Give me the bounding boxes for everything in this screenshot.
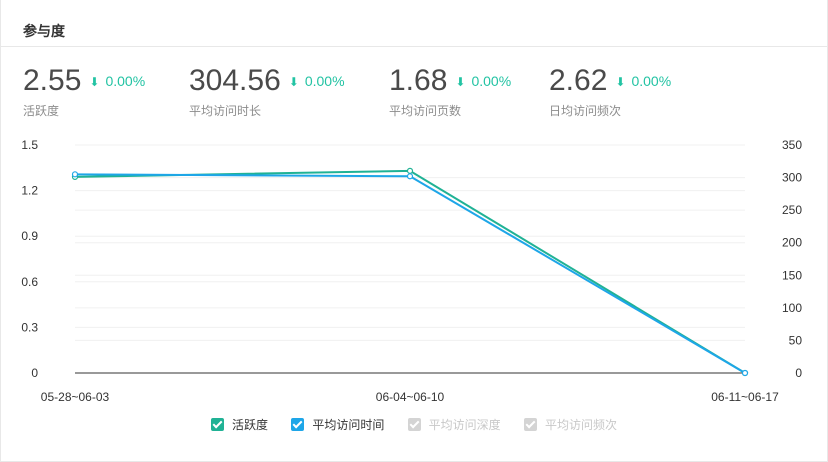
series-line-avg-time [74, 173, 746, 374]
data-point [406, 167, 414, 174]
kpi-trend: ⬇ 0.00% [615, 73, 672, 89]
data-point [741, 369, 749, 377]
kpi-value: 304.56 [189, 64, 281, 97]
kpi-activity: 2.55 ⬇ 0.00% 活跃度 [23, 64, 145, 119]
kpi-value: 2.55 [23, 64, 82, 97]
kpi-daily-frequency: 2.62 ⬇ 0.00% 日均访问频次 [549, 64, 671, 119]
y-right-tick-label: 50 [789, 333, 803, 347]
arrow-down-icon: ⬇ [615, 75, 626, 89]
data-point [71, 171, 79, 178]
x-tick-label: 05-28~06-03 [41, 390, 110, 404]
kpi-avg-pages: 1.68 ⬇ 0.00% 平均访问页数 [389, 64, 511, 119]
y-left-tick-label: 1.5 [21, 138, 38, 152]
x-tick-label: 06-11~06-17 [711, 390, 779, 404]
y-right-tick-label: 350 [782, 138, 802, 152]
y-left-tick-label: 0.9 [21, 229, 38, 243]
chart-legend: 活跃度 平均访问时间 平均访问深度 平均访问频次 [0, 416, 828, 433]
legend-label: 平均访问时间 [312, 418, 385, 432]
data-point [406, 173, 414, 180]
legend-item-avg-frequency[interactable]: 平均访问频次 [524, 416, 617, 433]
checkbox-checked-icon [407, 418, 421, 431]
kpi-trend: ⬇ 0.00% [89, 73, 146, 89]
kpi-label: 平均访问时长 [189, 104, 262, 118]
checkbox-checked-icon [291, 418, 305, 431]
y-right-tick-label: 300 [782, 171, 802, 185]
kpi-label: 日均访问频次 [549, 104, 622, 118]
engagement-line-chart: 0 0.3 0.6 0.9 1.2 1.5 0 50 100 150 200 250 300 350 05-… [21, 138, 803, 404]
legend-item-avg-time[interactable]: 平均访问时间 [291, 416, 384, 433]
legend-label: 平均访问频次 [545, 418, 618, 432]
y-right-tick-label: 150 [782, 268, 802, 282]
kpi-value: 2.62 [549, 64, 608, 97]
legend-item-avg-depth[interactable]: 平均访问深度 [407, 416, 501, 433]
arrow-down-icon: ⬇ [455, 75, 466, 89]
y-left-tick-label: 0.3 [21, 320, 38, 334]
checkbox-checked-icon [210, 418, 224, 431]
kpi-trend: ⬇ 0.00% [455, 73, 512, 89]
y-left-tick-label: 0 [31, 366, 38, 380]
arrow-down-icon: ⬇ [89, 75, 100, 89]
x-tick-label: 06-04~06-10 [376, 390, 445, 404]
series-line-activity [74, 169, 746, 374]
y-left-tick-label: 1.2 [21, 184, 38, 198]
legend-label: 活跃度 [231, 418, 268, 432]
arrow-down-icon: ⬇ [288, 75, 299, 89]
kpi-trend: ⬇ 0.00% [288, 73, 345, 89]
legend-label: 平均访问深度 [428, 418, 501, 432]
legend-item-activity[interactable]: 活跃度 [210, 416, 268, 433]
card-header: 参与度 [1, 0, 827, 47]
kpi-value: 1.68 [389, 64, 448, 97]
kpi-avg-duration: 304.56 ⬇ 0.00% 平均访问时长 [189, 64, 345, 119]
kpi-label: 平均访问页数 [389, 104, 462, 118]
kpi-label: 活跃度 [23, 104, 60, 118]
card-title: 参与度 [23, 23, 65, 39]
y-right-tick-label: 100 [782, 301, 802, 315]
y-left-tick-label: 0.6 [21, 275, 38, 289]
checkbox-checked-icon [524, 418, 538, 431]
y-right-tick-label: 0 [795, 366, 802, 380]
y-right-tick-label: 200 [782, 236, 802, 250]
y-right-tick-label: 250 [782, 203, 802, 217]
